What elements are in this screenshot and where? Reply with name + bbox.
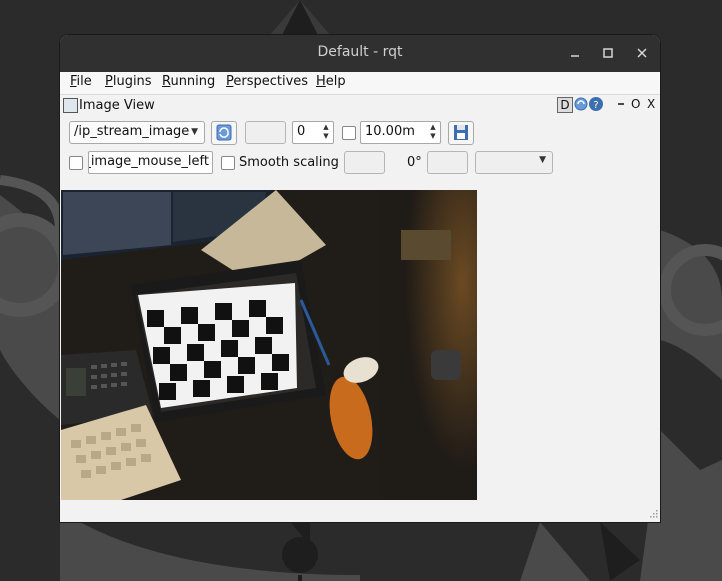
menu-perspectives-rest: erspectives <box>233 74 309 89</box>
minimize-icon[interactable] <box>565 43 585 63</box>
menu-perspectives[interactable]: Perspectives <box>226 74 308 89</box>
menu-file[interactable]: File <box>70 74 92 89</box>
camera-image[interactable] <box>61 190 477 500</box>
min-value: 0 <box>297 124 306 139</box>
camera-frame <box>61 190 477 500</box>
min-value-spinbox[interactable]: 0 ▲ ▼ <box>292 121 334 144</box>
save-icon <box>454 125 468 140</box>
menu-running[interactable]: Running <box>162 74 215 89</box>
menu-plugins[interactable]: Plugins <box>105 74 152 89</box>
maximize-icon[interactable] <box>598 43 618 63</box>
save-image-button[interactable] <box>448 121 474 145</box>
menu-help-mnemonic: H <box>316 74 326 89</box>
rotate-left-button[interactable] <box>344 151 385 174</box>
svg-text:?: ? <box>593 100 598 111</box>
refresh-topics-button[interactable] <box>211 121 237 145</box>
dynamic-range-checkbox[interactable] <box>342 126 356 140</box>
resize-grip-icon[interactable] <box>648 510 658 520</box>
chevron-down-icon: ▼ <box>191 127 198 137</box>
smooth-scaling-checkbox[interactable] <box>221 156 235 170</box>
dock-close-button[interactable]: X <box>647 97 655 111</box>
menu-bar: File Plugins Running Perspectives Help <box>60 72 660 95</box>
chevron-down-icon: ▼ <box>539 155 546 165</box>
color-scheme-combobox[interactable]: ▼ <box>475 151 553 174</box>
title-bar[interactable]: Default - rqt <box>60 35 660 72</box>
dock-minimize-button[interactable] <box>617 98 625 113</box>
menu-help[interactable]: Help <box>316 74 346 89</box>
close-icon[interactable] <box>632 43 652 63</box>
mouse-publish-checkbox[interactable] <box>69 156 83 170</box>
dock-help-button[interactable]: D <box>557 97 573 113</box>
menu-plugins-rest: lugins <box>112 74 152 89</box>
menu-plugins-mnemonic: P <box>105 74 113 89</box>
dock-float-button[interactable]: O <box>631 97 640 111</box>
image-view-icon <box>63 98 78 113</box>
rqt-window: Default - rqt File Plugins Running Persp… <box>60 35 660 522</box>
max-range-value: 10.00m <box>365 124 415 139</box>
plugin-title: Image View <box>79 98 155 113</box>
mouse-topic-field[interactable]: h_image_mouse_left <box>88 151 213 174</box>
menu-help-rest: elp <box>325 74 346 89</box>
max-range-spinbox[interactable]: 10.00m ▲ ▼ <box>360 121 441 144</box>
topic-combobox[interactable]: /ip_stream_image ▼ <box>69 121 205 144</box>
help-icon[interactable]: ? <box>588 96 604 115</box>
smooth-scaling-label: Smooth scaling <box>239 155 339 170</box>
checkerboard <box>138 283 297 408</box>
rotate-right-button[interactable] <box>427 151 468 174</box>
menu-running-rest: unning <box>170 74 216 89</box>
spin-arrows-icon[interactable]: ▲ ▼ <box>427 123 439 141</box>
reload-icon[interactable] <box>573 96 589 115</box>
menu-file-rest: ile <box>76 74 92 89</box>
plugin-area: Image View D ? O X /ip_stream_image ▼ 0 … <box>60 95 660 522</box>
spin-arrows-icon[interactable]: ▲ ▼ <box>320 123 332 141</box>
topic-value: /ip_stream_image <box>74 124 190 139</box>
refresh-icon <box>216 124 232 141</box>
zoom-button[interactable] <box>245 121 286 144</box>
rotation-label: 0° <box>407 155 422 170</box>
